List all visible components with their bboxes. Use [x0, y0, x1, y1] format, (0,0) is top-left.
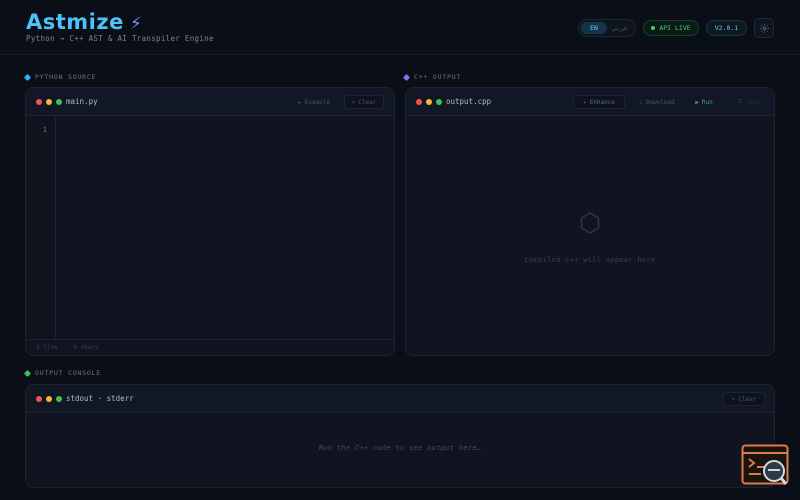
run-button[interactable]: ▶ Run — [689, 95, 719, 109]
console-clear-button[interactable]: × Clear — [723, 392, 765, 406]
minimize-dot-icon — [426, 99, 432, 105]
close-icon: × — [731, 395, 736, 403]
lang-en-button[interactable]: EN — [581, 22, 607, 34]
minimize-dot-icon — [46, 396, 52, 402]
cpp-placeholder-text: Compiled C++ will appear here — [524, 256, 656, 264]
cpp-file-name: output.cpp — [446, 97, 492, 106]
cpp-output-panel: output.cpp ✦ Enhance ⇩ Download ▶ Run ⧉ … — [405, 87, 775, 356]
close-icon: × — [351, 98, 356, 106]
python-file-name: main.py — [66, 97, 98, 106]
maximize-dot-icon — [56, 396, 62, 402]
python-section-label: PYTHON SOURCE — [23, 73, 97, 81]
gear-icon — [759, 23, 769, 33]
copy-label: Copy — [745, 98, 760, 106]
download-icon: ⇩ — [639, 98, 643, 106]
minimize-dot-icon — [46, 99, 52, 105]
python-section-text: PYTHON SOURCE — [35, 73, 97, 81]
brand-logo: Astmize ⚡ — [26, 10, 142, 34]
language-toggle: EN عربي — [578, 19, 636, 37]
separator-dot: · — [63, 344, 68, 351]
copy-button[interactable]: ⧉ Copy — [734, 95, 764, 109]
line-gutter: 1 — [26, 116, 56, 339]
window-dots — [36, 396, 62, 402]
close-dot-icon — [36, 396, 42, 402]
api-status-badge: API LIVE — [643, 20, 699, 36]
cpp-output-area: Compiled C++ will appear here — [406, 116, 774, 355]
copy-icon: ⧉ — [738, 98, 743, 105]
cpp-panel-header: output.cpp ✦ Enhance ⇩ Download ▶ Run ⧉ … — [406, 88, 774, 116]
tagline: Python → C++ AST & AI Transpiler Engine — [26, 34, 214, 43]
char-count: 0 chars — [73, 344, 99, 351]
cpp-section-text: C++ OUTPUT — [414, 73, 462, 81]
download-label: Download — [645, 98, 675, 106]
console-panel-header: stdout · stderr × Clear — [26, 385, 774, 413]
close-dot-icon — [416, 99, 422, 105]
close-dot-icon — [36, 99, 42, 105]
play-icon: ▶ — [695, 98, 699, 106]
console-section-text: OUTPUT CONSOLE — [35, 369, 101, 377]
python-panel-header: main.py ▸ Example × Clear — [26, 88, 394, 116]
python-status-bar: 1 line · 0 chars — [26, 339, 394, 355]
play-icon: ▸ — [298, 98, 302, 106]
section-marker-icon — [23, 369, 32, 377]
enhance-label: Enhance — [589, 98, 615, 106]
window-dots — [36, 99, 62, 105]
app-header: Astmize ⚡ Python → C++ AST & AI Transpile… — [0, 0, 800, 55]
brand-name: Astmize — [26, 10, 124, 34]
window-dots — [416, 99, 442, 105]
version-badge: V2.0.1 — [706, 20, 747, 36]
maximize-dot-icon — [56, 99, 62, 105]
cpp-section-label: C++ OUTPUT — [402, 73, 462, 81]
section-marker-icon — [23, 73, 32, 81]
download-button[interactable]: ⇩ Download — [632, 95, 682, 109]
example-label: Example — [304, 98, 330, 106]
enhance-button[interactable]: ✦ Enhance — [573, 95, 625, 109]
console-section-label: OUTPUT CONSOLE — [23, 369, 101, 377]
python-editor-panel: main.py ▸ Example × Clear 1 1 line · 0 c… — [25, 87, 395, 356]
console-title: stdout · stderr — [66, 394, 134, 403]
example-button[interactable]: ▸ Example — [291, 95, 337, 109]
bolt-icon: ⚡ — [129, 14, 143, 34]
console-placeholder-text: Run the C++ code to see output here… — [318, 444, 482, 452]
sparkle-icon: ✦ — [583, 98, 587, 106]
run-label: Run — [701, 98, 713, 106]
python-clear-label: Clear — [358, 98, 377, 106]
hexagon-icon — [580, 212, 600, 234]
python-code-input[interactable] — [56, 116, 394, 339]
code-search-widget[interactable] — [741, 444, 791, 488]
line-number: 1 — [42, 126, 47, 134]
settings-button[interactable] — [754, 18, 774, 38]
lang-ar-button[interactable]: عربي — [607, 22, 633, 34]
api-status-text: API LIVE — [659, 24, 691, 32]
maximize-dot-icon — [436, 99, 442, 105]
code-search-icon — [741, 444, 789, 485]
section-marker-icon — [402, 73, 411, 81]
status-dot-icon — [651, 26, 656, 30]
console-clear-label: Clear — [738, 395, 757, 403]
python-clear-button[interactable]: × Clear — [344, 95, 384, 109]
line-count: 1 line — [36, 344, 58, 351]
output-console-panel: stdout · stderr × Clear Run the C++ code… — [25, 384, 775, 488]
